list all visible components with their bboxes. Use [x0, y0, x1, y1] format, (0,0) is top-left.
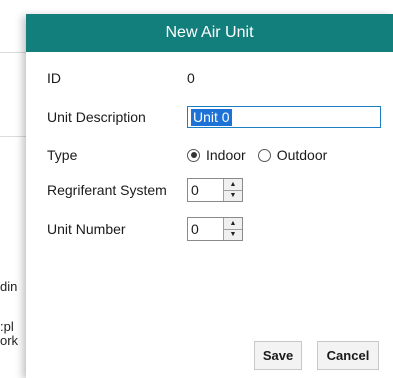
refrigerant-system-value[interactable]: 0 [188, 179, 223, 201]
cancel-button[interactable]: Cancel [317, 341, 379, 370]
refrigerant-system-row: Regriferant System 0 ▲ ▼ [47, 178, 243, 202]
id-value: 0 [187, 70, 195, 86]
background-divider [0, 136, 26, 137]
decrement-icon[interactable]: ▼ [224, 228, 242, 240]
type-option-indoor[interactable]: Indoor [187, 147, 246, 163]
refrigerant-system-label: Regriferant System [47, 182, 167, 198]
refrigerant-system-stepper[interactable]: 0 ▲ ▼ [187, 178, 243, 202]
id-row: ID 0 [47, 70, 195, 86]
indoor-label: Indoor [206, 147, 246, 163]
unit-number-spin-buttons: ▲ ▼ [223, 218, 242, 240]
unit-number-row: Unit Number 0 ▲ ▼ [47, 217, 243, 241]
save-button[interactable]: Save [254, 341, 302, 370]
type-radio-group: Indoor Outdoor [187, 147, 339, 163]
dialog-title: New Air Unit [165, 24, 254, 41]
unit-description-label: Unit Description [47, 109, 146, 125]
background-text: ork [0, 333, 19, 348]
type-label: Type [47, 147, 78, 163]
decrement-icon[interactable]: ▼ [224, 189, 242, 201]
type-option-outdoor[interactable]: Outdoor [257, 147, 328, 163]
background-text: :pl [0, 319, 14, 334]
id-label: ID [47, 70, 61, 86]
new-air-unit-dialog: New Air Unit ID 0 Unit Description Unit … [26, 14, 393, 378]
background-divider [0, 52, 26, 53]
outdoor-label: Outdoor [276, 147, 328, 163]
unit-number-value[interactable]: 0 [188, 218, 223, 240]
dialog-titlebar[interactable]: New Air Unit [26, 14, 393, 52]
outdoor-radio[interactable] [257, 148, 271, 162]
increment-icon[interactable]: ▲ [224, 179, 242, 190]
indoor-radio[interactable] [187, 148, 200, 162]
unit-description-input[interactable]: Unit 0 [187, 106, 381, 128]
unit-description-value: Unit 0 [191, 108, 232, 126]
background-text: din [0, 279, 18, 294]
type-row: Type Indoor Outdoor [47, 147, 339, 163]
increment-icon[interactable]: ▲ [224, 218, 242, 229]
unit-number-label: Unit Number [47, 221, 126, 237]
refrigerant-system-spin-buttons: ▲ ▼ [223, 179, 242, 201]
unit-description-row: Unit Description Unit 0 [47, 106, 381, 128]
unit-number-stepper[interactable]: 0 ▲ ▼ [187, 217, 243, 241]
